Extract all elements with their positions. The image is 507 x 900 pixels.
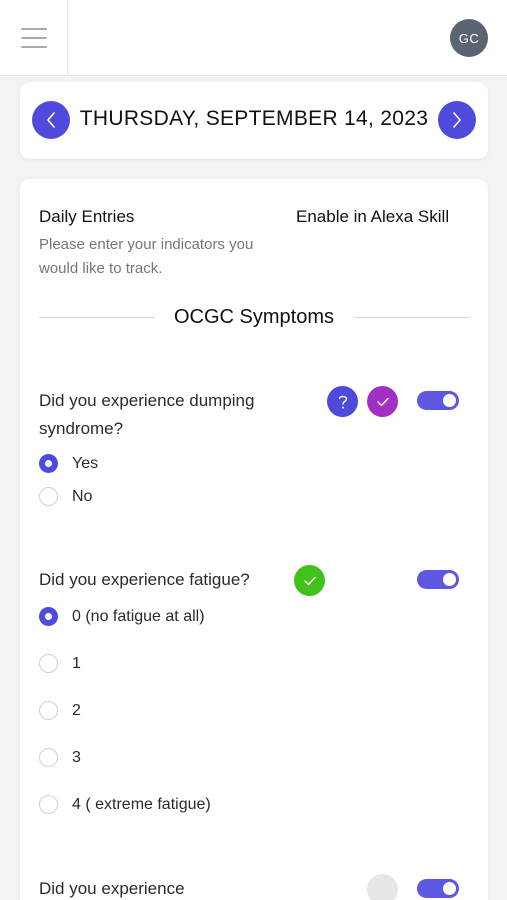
daily-entries-card: Daily Entries Enable in Alexa Skill Plea… <box>20 179 488 900</box>
dumping-syndrome-toggle[interactable] <box>417 391 459 410</box>
divider-right <box>354 317 470 318</box>
option-label: 3 <box>72 748 81 766</box>
option-label: Yes <box>72 454 99 472</box>
option-label: 0 (no fatigue at all) <box>72 607 205 625</box>
option-fatigue-3[interactable]: 3 <box>39 748 81 767</box>
option-label: 1 <box>72 654 81 672</box>
question-dumping-syndrome: Did you experience dumping syndrome? <box>39 391 255 438</box>
fatigue-toggle[interactable] <box>417 570 459 589</box>
next-day-button[interactable] <box>438 101 476 139</box>
radio-unselected[interactable] <box>39 748 58 767</box>
date-navigation: THURSDAY, SEPTEMBER 14, 2023 <box>20 82 488 159</box>
pending-status <box>367 874 398 900</box>
radio-unselected[interactable] <box>39 487 58 506</box>
option-fatigue-2[interactable]: 2 <box>39 701 81 720</box>
option-fatigue-4[interactable]: 4 ( extreme fatigue) <box>39 795 211 814</box>
option-yes[interactable]: Yes <box>39 454 98 473</box>
completed-status <box>367 386 398 417</box>
current-date: THURSDAY, SEPTEMBER 14, 2023 <box>79 107 429 130</box>
radio-selected[interactable] <box>39 607 58 626</box>
question-3-toggle[interactable] <box>417 879 459 898</box>
radio-selected[interactable] <box>39 454 58 473</box>
option-fatigue-0[interactable]: 0 (no fatigue at all) <box>39 607 205 626</box>
option-label: No <box>72 487 93 505</box>
completed-status <box>294 565 325 596</box>
radio-unselected[interactable] <box>39 701 58 720</box>
daily-entries-title: Daily Entries <box>39 207 135 226</box>
entries-subtitle: Please enter your indicators you would l… <box>39 236 254 277</box>
question-mark-icon <box>338 395 347 409</box>
help-button[interactable] <box>327 386 358 417</box>
radio-unselected[interactable] <box>39 654 58 673</box>
enable-alexa-link[interactable]: Enable in Alexa Skill <box>296 207 449 227</box>
question-partial: Did you experience <box>39 879 185 898</box>
avatar[interactable]: GC <box>450 19 488 57</box>
option-label: 2 <box>72 701 81 719</box>
option-no[interactable]: No <box>39 487 92 506</box>
radio-unselected[interactable] <box>39 795 58 814</box>
top-bar: GC <box>0 0 507 76</box>
hamburger-icon <box>20 28 47 30</box>
check-icon <box>376 397 389 406</box>
chevron-right-icon <box>453 112 461 128</box>
option-fatigue-1[interactable]: 1 <box>39 654 81 673</box>
menu-button[interactable] <box>0 0 68 76</box>
question-fatigue: Did you experience fatigue? <box>39 570 250 589</box>
option-label: 4 ( extreme fatigue) <box>72 795 211 813</box>
check-icon <box>303 576 316 585</box>
